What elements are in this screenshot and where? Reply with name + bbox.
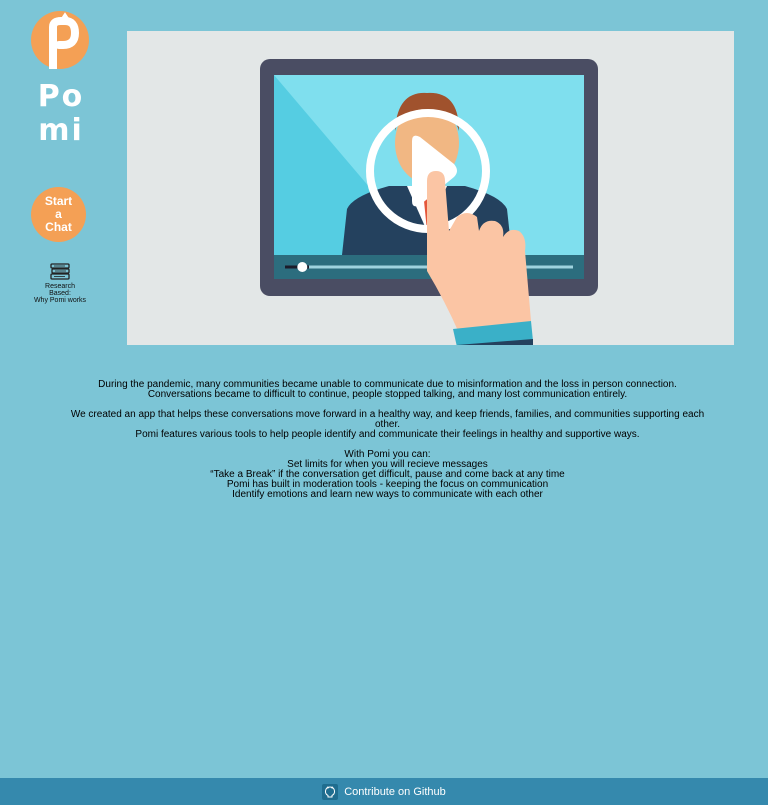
research-label: Based:: [49, 290, 71, 297]
logo-text-line: Po: [37, 79, 85, 114]
pomi-logo-icon: [31, 11, 89, 73]
footer: Contribute on Github: [0, 778, 768, 805]
video-scrubber-handle: [297, 262, 308, 272]
start-chat-line: Chat: [45, 220, 72, 234]
pomi-logo-text: Po mi: [33, 80, 89, 148]
research-link[interactable]: Research Based: Why Pomi works: [30, 261, 90, 304]
about-line: We created an app that helps these conve…: [70, 409, 705, 430]
feature-item: Identify emotions and learn new ways to …: [232, 489, 543, 500]
about-content: During the pandemic, many communities be…: [60, 380, 715, 500]
research-label: Why Pomi works: [33, 297, 87, 304]
start-chat-button[interactable]: Start a Chat: [31, 187, 86, 242]
video-illustration: [260, 59, 598, 345]
research-label: Research: [45, 283, 75, 290]
github-icon: [322, 783, 339, 800]
logo-text-line: mi: [38, 113, 84, 148]
books-icon: [50, 263, 70, 280]
github-link-label: Contribute on Github: [344, 785, 446, 798]
page: Po mi Start a Chat Research Based: Why P…: [0, 0, 768, 805]
about-line: Pomi features various tools to help peop…: [135, 429, 640, 440]
video-player[interactable]: [127, 31, 734, 345]
about-line: Conversations became to difficult to con…: [147, 389, 628, 400]
github-link[interactable]: Contribute on Github: [322, 783, 446, 800]
